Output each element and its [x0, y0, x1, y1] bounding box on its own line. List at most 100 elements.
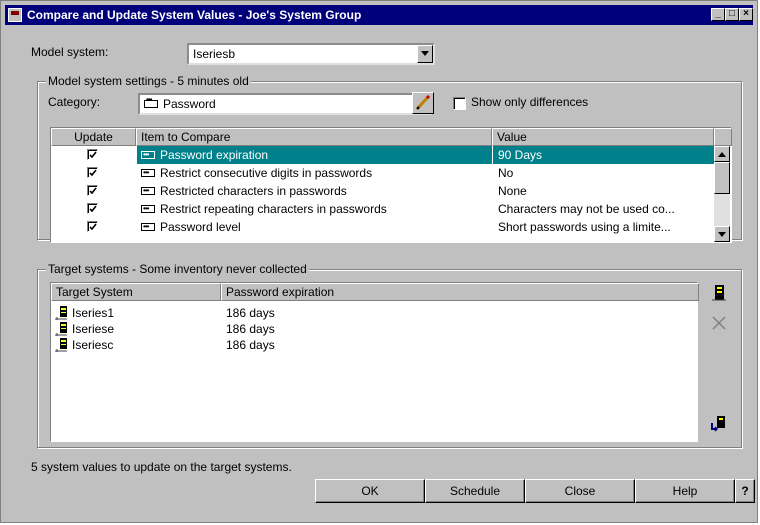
update-checkbox[interactable]: [87, 149, 98, 160]
remove-icon: [712, 316, 726, 330]
show-differences-checkbox[interactable]: [453, 97, 466, 110]
column-header-update[interactable]: Update: [51, 128, 136, 146]
checkmark-icon: [89, 169, 97, 177]
checkmark-icon: [89, 205, 97, 213]
checkmark-icon: [89, 187, 97, 195]
title-bar[interactable]: Compare and Update System Values - Joe's…: [5, 5, 753, 25]
column-header-item[interactable]: Item to Compare: [136, 128, 492, 146]
app-icon: [8, 8, 22, 22]
model-system-value: Iseriesb: [193, 47, 236, 61]
minimize-button[interactable]: _: [711, 8, 725, 21]
column-header-value[interactable]: Value: [492, 128, 714, 146]
checkmark-icon: [89, 151, 97, 159]
status-text: 5 system values to update on the target …: [31, 460, 292, 474]
update-checkbox[interactable]: [87, 203, 98, 214]
remove-target-button[interactable]: [708, 312, 730, 334]
help-button[interactable]: Help: [635, 479, 735, 503]
update-cell: [51, 164, 136, 182]
value-cell: Short passwords using a limite...: [498, 220, 671, 234]
item-cell: Restricted characters in passwords: [137, 182, 492, 200]
model-system-dropdown[interactable]: Iseriesb: [187, 43, 435, 65]
scroll-thumb[interactable]: [714, 162, 730, 194]
column-header-password-expiration[interactable]: Password expiration: [221, 283, 699, 301]
item-label: Password expiration: [160, 148, 269, 162]
password-icon: [141, 218, 155, 236]
dialog-window: Compare and Update System Values - Joe's…: [0, 0, 758, 523]
server-icon: [55, 306, 69, 321]
whats-this-button[interactable]: ?: [735, 479, 755, 503]
table-row[interactable]: Iseriese 186 days: [51, 321, 715, 337]
value-cell: 90 Days: [493, 146, 714, 164]
update-cell: [51, 146, 136, 164]
column-header-target-system[interactable]: Target System: [51, 283, 221, 301]
item-label: Password level: [160, 220, 241, 234]
scroll-down-icon[interactable]: [714, 226, 730, 242]
table-row[interactable]: Iseries1 186 days: [51, 305, 715, 321]
value-cell: None: [498, 184, 527, 198]
add-system-icon: [712, 285, 726, 301]
server-icon: [55, 338, 69, 353]
category-value: Password: [163, 97, 216, 111]
item-label: Restrict repeating characters in passwor…: [160, 202, 387, 216]
target-system-name: Iseries1: [72, 306, 115, 320]
password-icon: [141, 146, 155, 164]
item-cell: Password level: [137, 218, 492, 236]
scroll-up-icon[interactable]: [714, 146, 730, 162]
compare-list-scrollbar[interactable]: [714, 146, 730, 242]
model-settings-legend: Model system settings - 5 minutes old: [46, 74, 251, 88]
show-differences-label[interactable]: Show only differences: [471, 95, 588, 109]
target-system-cell: Iseries1: [55, 305, 221, 321]
close-window-button[interactable]: ×: [739, 8, 753, 21]
maximize-icon: □: [728, 8, 736, 19]
close-icon: ×: [743, 8, 749, 19]
maximize-button[interactable]: □: [725, 8, 739, 21]
update-checkbox[interactable]: [87, 185, 98, 196]
table-row[interactable]: Restrict consecutive digits in passwords…: [51, 164, 715, 182]
table-row[interactable]: Password level Short passwords using a li…: [51, 218, 715, 236]
password-icon: [141, 182, 155, 200]
column-header-filler: [714, 128, 732, 146]
category-dropdown[interactable]: Password: [138, 93, 432, 115]
target-system-name: Iseriese: [72, 322, 115, 336]
inventory-icon: [711, 416, 725, 432]
edit-button[interactable]: [412, 92, 434, 114]
checkmark-icon: [89, 223, 97, 231]
compare-list: Update Item to Compare Value Password ex…: [50, 127, 732, 243]
table-row[interactable]: Password expiration 90 Days: [51, 146, 715, 164]
model-settings-group: Model system settings - 5 minutes old Ca…: [37, 74, 742, 243]
close-button[interactable]: Close: [525, 479, 635, 503]
category-value-wrap: Password: [144, 95, 216, 111]
update-checkbox[interactable]: [87, 167, 98, 178]
target-system-cell: Iseriese: [55, 321, 221, 337]
ok-button[interactable]: OK: [315, 479, 425, 503]
model-system-label: Model system:: [31, 45, 109, 59]
pencil-icon: [415, 94, 431, 111]
password-expiration-cell: 186 days: [226, 322, 275, 336]
password-icon: [144, 95, 158, 108]
chevron-down-icon[interactable]: [417, 45, 433, 63]
window-title: Compare and Update System Values - Joe's…: [27, 8, 362, 22]
update-cell: [51, 200, 136, 218]
table-row[interactable]: Restricted characters in passwords None: [51, 182, 715, 200]
password-expiration-cell: 186 days: [226, 338, 275, 352]
update-checkbox[interactable]: [87, 221, 98, 232]
password-icon: [141, 200, 155, 218]
schedule-button[interactable]: Schedule: [425, 479, 525, 503]
update-cell: [51, 218, 136, 236]
inventory-button[interactable]: [708, 412, 730, 434]
minimize-icon: _: [715, 8, 721, 19]
item-cell: Restrict consecutive digits in passwords: [137, 164, 492, 182]
update-cell: [51, 182, 136, 200]
target-systems-legend: Target systems - Some inventory never co…: [46, 262, 309, 276]
password-icon: [141, 164, 155, 182]
server-icon: [55, 322, 69, 337]
password-expiration-cell: 186 days: [226, 306, 275, 320]
value-cell: No: [498, 166, 514, 180]
category-label: Category:: [48, 95, 101, 109]
add-target-button[interactable]: [708, 282, 730, 304]
target-system-name: Iseriesc: [72, 338, 114, 352]
table-row[interactable]: Restrict repeating characters in passwor…: [51, 200, 715, 218]
item-label: Restrict consecutive digits in passwords: [160, 166, 373, 180]
item-label: Restricted characters in passwords: [160, 184, 347, 198]
table-row[interactable]: Iseriesc 186 days: [51, 337, 715, 353]
